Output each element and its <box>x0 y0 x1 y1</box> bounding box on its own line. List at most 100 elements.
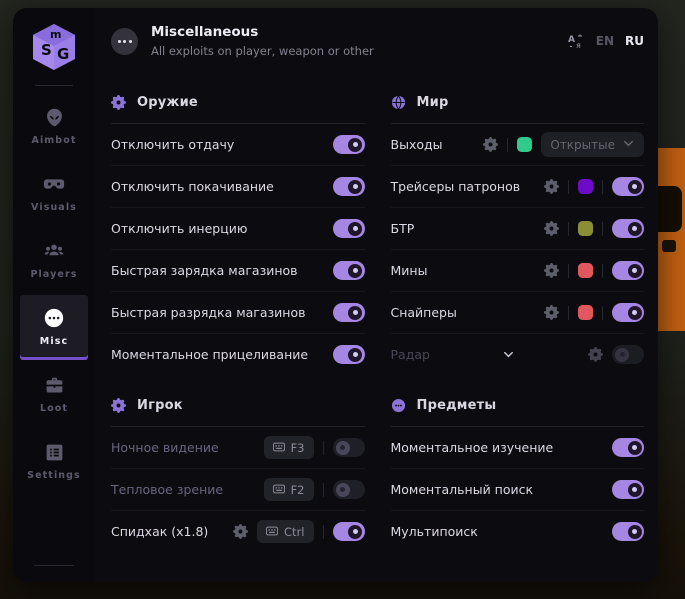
row-Отключить покачивание: Отключить покачивание <box>111 165 365 207</box>
section-Предметы: Предметы Моментальное изучение Моментальны… <box>391 394 645 552</box>
row-label: Мультипоиск <box>391 524 478 539</box>
row-label: Отключить покачивание <box>111 179 274 194</box>
section-Оружие: ОружиеОтключить отдачуОтключить покачива… <box>111 91 365 375</box>
language-switcher: A я EN RU <box>568 33 644 50</box>
sidebar-item-loot[interactable]: Loot <box>20 362 88 427</box>
gear-icon[interactable] <box>544 221 559 236</box>
sidebar-item-misc[interactable]: Misc <box>20 295 88 360</box>
row-label: Моментальное изучение <box>391 440 554 455</box>
svg-text:я: я <box>576 41 581 50</box>
toggle-switch[interactable] <box>333 438 365 457</box>
section-title: Оружие <box>137 95 198 110</box>
row-Быстрая разрядка магазинов: Быстрая разрядка магазинов <box>111 291 365 333</box>
svg-text:A: A <box>568 35 575 45</box>
keybind-badge[interactable]: Ctrl <box>257 520 313 543</box>
toggle-knob <box>348 306 362 320</box>
row-label: Мины <box>391 263 428 278</box>
row-controls <box>333 345 365 364</box>
briefcase-icon <box>43 374 65 396</box>
translate-icon: A я <box>568 33 585 50</box>
row-controls <box>544 219 644 238</box>
toggle-switch[interactable] <box>333 261 365 280</box>
toggle-switch[interactable] <box>333 219 365 238</box>
content-grid: ОружиеОтключить отдачуОтключить покачива… <box>111 91 644 571</box>
gear-icon[interactable] <box>544 179 559 194</box>
gear-icon[interactable] <box>588 347 603 362</box>
control-divider <box>568 306 569 320</box>
gear-icon[interactable] <box>233 524 248 539</box>
row-controls <box>588 345 644 364</box>
sidebar-item-settings[interactable]: Settings <box>20 429 88 494</box>
toggle-knob <box>336 441 350 455</box>
toggle-switch[interactable] <box>612 438 644 457</box>
chevron-down-icon[interactable] <box>502 348 515 361</box>
row-Моментальный поиск: Моментальный поиск <box>391 468 645 510</box>
sidebar-item-label: Aimbot <box>32 135 77 146</box>
row-label: Трейсеры патронов <box>391 179 521 194</box>
section-title: Игрок <box>137 398 183 413</box>
gear-icon <box>111 398 126 413</box>
toggle-switch[interactable] <box>612 261 644 280</box>
color-swatch[interactable] <box>578 305 593 320</box>
toggle-knob <box>628 483 642 497</box>
toggle-knob <box>628 222 642 236</box>
sidebar-item-players[interactable]: Players <box>20 228 88 293</box>
toggle-switch[interactable] <box>612 522 644 541</box>
keybind-badge[interactable]: F3 <box>264 436 314 459</box>
page-subtitle: All exploits on player, weapon or other <box>151 44 374 58</box>
lang-en-button[interactable]: EN <box>596 34 614 48</box>
toggle-switch[interactable] <box>333 135 365 154</box>
toggle-knob <box>628 180 642 194</box>
dropdown-select[interactable]: Открытые <box>541 132 644 157</box>
control-divider <box>602 306 603 320</box>
keyboard-icon <box>273 441 285 455</box>
sidebar-item-visuals[interactable]: Visuals <box>20 161 88 226</box>
control-divider <box>507 138 508 152</box>
row-БТР: БТР <box>391 207 645 249</box>
logo-letter-s: S <box>41 41 52 59</box>
toggle-knob <box>348 222 362 236</box>
color-swatch[interactable] <box>517 137 532 152</box>
toggle-switch[interactable] <box>612 345 644 364</box>
dropdown-value: Открытые <box>550 138 615 152</box>
toggle-switch[interactable] <box>612 480 644 499</box>
toggle-switch[interactable] <box>612 219 644 238</box>
gear-icon[interactable] <box>483 137 498 152</box>
toggle-knob <box>628 441 642 455</box>
row-controls <box>333 261 365 280</box>
lang-ru-button[interactable]: RU <box>625 34 644 48</box>
toggle-switch[interactable] <box>333 345 365 364</box>
gear-icon[interactable] <box>544 305 559 320</box>
color-swatch[interactable] <box>578 263 593 278</box>
section-title: Мир <box>417 95 449 110</box>
toggle-switch[interactable] <box>612 303 644 322</box>
section-header: Оружие <box>111 91 365 113</box>
players-icon <box>43 240 65 262</box>
section-title: Предметы <box>417 398 497 413</box>
row-controls <box>333 303 365 322</box>
row-label: Отключить инерцию <box>111 221 247 236</box>
row-controls <box>544 303 644 322</box>
toggle-switch[interactable] <box>333 177 365 196</box>
row-controls <box>333 219 365 238</box>
row-controls <box>612 480 644 499</box>
gear-icon[interactable] <box>544 263 559 278</box>
sidebar-divider <box>35 85 73 86</box>
sidebar: S G m AimbotVisualsPlayersMiscLootSettin… <box>13 8 95 582</box>
sidebar-item-label: Settings <box>27 470 81 481</box>
toggle-knob <box>336 483 350 497</box>
toggle-switch[interactable] <box>333 522 365 541</box>
main-panel: Miscellaneous All exploits on player, we… <box>95 8 658 582</box>
color-swatch[interactable] <box>578 221 593 236</box>
globe-icon <box>391 95 406 110</box>
toggle-knob <box>628 264 642 278</box>
toggle-switch[interactable] <box>333 303 365 322</box>
keybind-badge[interactable]: F2 <box>264 478 314 501</box>
toggle-switch[interactable] <box>612 177 644 196</box>
color-swatch[interactable] <box>578 179 593 194</box>
control-divider <box>602 264 603 278</box>
row-label: Моментальный поиск <box>391 482 534 497</box>
toggle-switch[interactable] <box>333 480 365 499</box>
row-Выходы: ВыходыОткрытые <box>391 124 645 165</box>
sidebar-item-aimbot[interactable]: Aimbot <box>20 94 88 159</box>
